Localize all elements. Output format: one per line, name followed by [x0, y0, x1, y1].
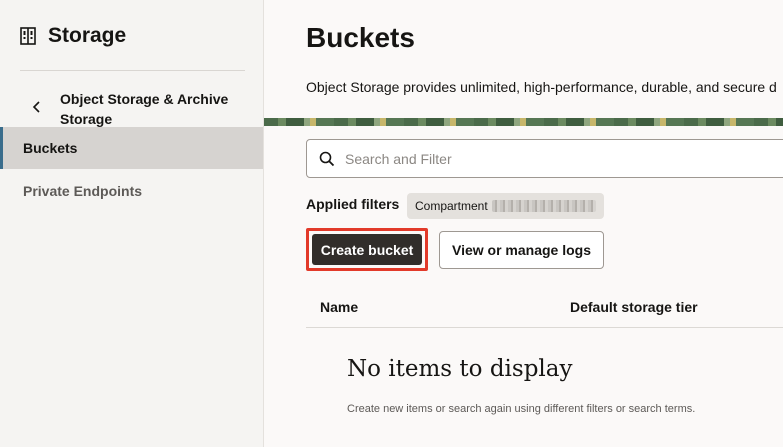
sidebar-parent-link[interactable]: Object Storage & Archive Storage [60, 89, 250, 129]
column-header-name[interactable]: Name [320, 299, 358, 315]
create-bucket-button[interactable]: Create bucket [312, 234, 422, 265]
empty-state-description: Create new items or search again using d… [347, 403, 696, 415]
sidebar: Storage Object Storage & Archive Storage… [0, 0, 264, 447]
table-header: Name Default storage tier [306, 288, 783, 328]
view-logs-button[interactable]: View or manage logs [439, 231, 604, 269]
storage-icon [20, 27, 36, 45]
page-description: Object Storage provides unlimited, high-… [306, 79, 777, 95]
decorative-banner [264, 118, 783, 126]
column-header-storage-tier[interactable]: Default storage tier [570, 299, 698, 315]
page-title: Buckets [306, 22, 415, 53]
chevron-left-icon[interactable] [30, 99, 44, 115]
main-content: Buckets Object Storage provides unlimite… [264, 0, 783, 447]
applied-filters-label: Applied filters [306, 196, 400, 212]
compartment-filter-chip[interactable]: Compartment [407, 193, 604, 219]
search-icon [319, 151, 335, 167]
sidebar-header: Storage [20, 24, 126, 48]
sidebar-title: Storage [48, 24, 127, 47]
search-bar[interactable] [306, 139, 783, 178]
sidebar-item-private-endpoints[interactable]: Private Endpoints [0, 170, 263, 212]
create-bucket-highlight: Create bucket [306, 228, 428, 271]
sidebar-divider [20, 70, 245, 71]
empty-state-title: No items to display [347, 356, 573, 382]
search-input[interactable] [345, 140, 783, 177]
chip-label: Compartment [415, 199, 488, 213]
redacted-compartment-value [491, 200, 596, 212]
sidebar-item-buckets[interactable]: Buckets [0, 127, 263, 169]
